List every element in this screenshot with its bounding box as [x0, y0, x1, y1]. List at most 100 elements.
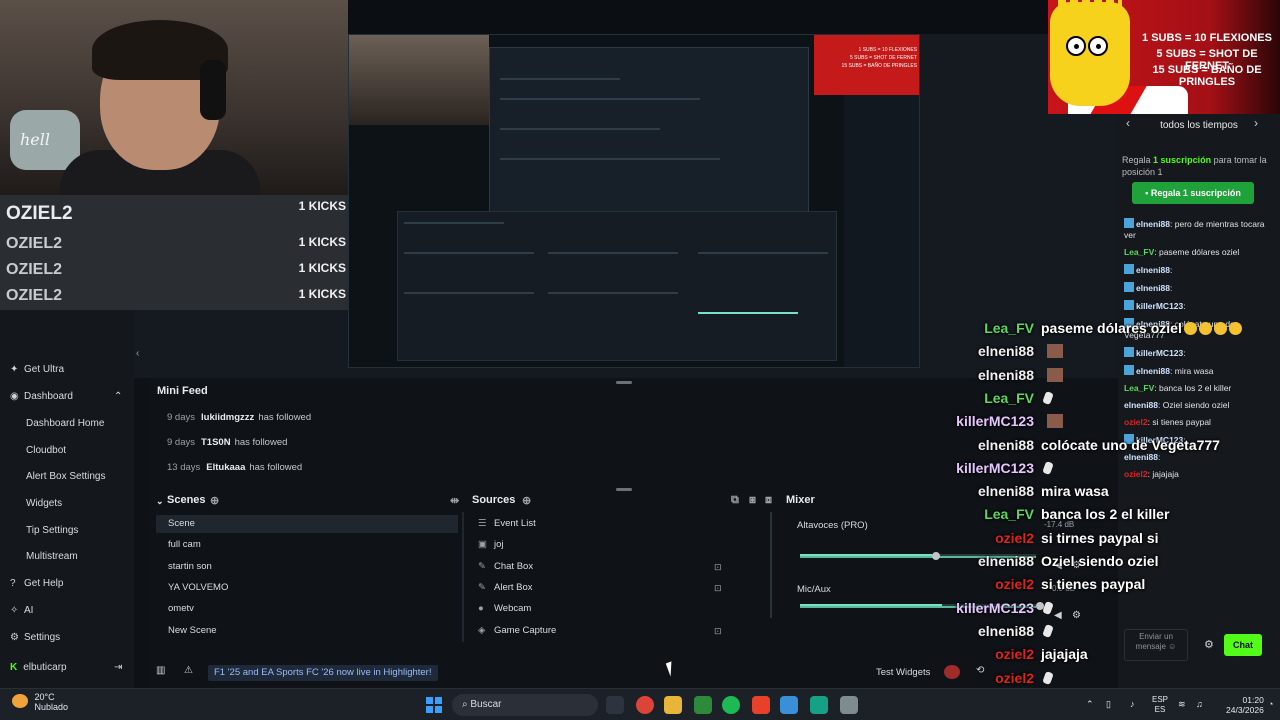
scene-item[interactable]: Scene	[156, 515, 458, 533]
chat-message: elneni88:	[1124, 282, 1276, 294]
chevron-right-icon[interactable]: ›	[1254, 116, 1258, 130]
warning-icon[interactable]: ⚠	[184, 665, 193, 676]
chat-username[interactable]: killerMC123	[1136, 301, 1183, 311]
chat-username[interactable]: elneni88	[1136, 265, 1170, 275]
source-label: Webcam	[494, 603, 532, 615]
clock[interactable]: 01:20 24/3/2026	[1226, 695, 1264, 715]
add-scene-icon[interactable]: ⊕	[210, 494, 219, 507]
rocket-icon: ✦	[10, 364, 19, 375]
scene-item[interactable]: startin son	[156, 558, 458, 576]
sidebar-item[interactable]: Cloudbot	[26, 445, 66, 456]
lock-icon[interactable]: ⊡	[714, 626, 722, 637]
spotify-icon[interactable]	[722, 696, 740, 714]
feed-user[interactable]: Eltukaaa	[206, 462, 245, 473]
overlay-chat-username: oziel2	[995, 669, 1034, 686]
sidebar-item[interactable]: ✧ AI	[10, 605, 33, 616]
mixer-settings-icon[interactable]: ⧆	[749, 494, 756, 507]
usb-icon[interactable]: ▯	[1106, 699, 1111, 710]
sidebar-item[interactable]: Tip Settings	[26, 525, 78, 536]
dashboard-icon: ◉	[10, 391, 19, 402]
language-indicator[interactable]: ESP ES	[1152, 695, 1168, 715]
mixer-icon[interactable]: ⧉	[731, 494, 739, 507]
taskbar-search[interactable]: ⌕ Buscar	[452, 694, 598, 716]
chevron-up-icon[interactable]: ⌃	[114, 391, 122, 402]
scene-item[interactable]: New Scene	[156, 622, 458, 640]
app-icon[interactable]	[752, 696, 770, 714]
chat-username[interactable]: oziel2	[1124, 469, 1148, 479]
gear-icon[interactable]: ⚙	[1204, 638, 1214, 651]
sidebar-item[interactable]: Dashboard Home	[26, 418, 104, 429]
source-item[interactable]: ▣ joj	[478, 539, 504, 550]
chat-username[interactable]: Lea_FV	[1124, 383, 1154, 393]
resize-handle[interactable]	[616, 488, 632, 491]
tray-chevron-icon[interactable]: ⌃	[1086, 699, 1094, 710]
chat-username[interactable]: elneni88	[1136, 366, 1170, 376]
chat-username[interactable]: elneni88	[1136, 283, 1170, 293]
feed-row: 13 days Eltukaaa has followed	[167, 462, 302, 473]
sidebar-item[interactable]: Multistream	[26, 551, 78, 562]
chat-username[interactable]: elneni88	[1136, 219, 1170, 229]
gear-icon[interactable]: ⚙	[1072, 610, 1081, 621]
source-item[interactable]: ✎ Chat Box	[478, 561, 533, 572]
streamlabs-icon[interactable]	[810, 696, 828, 714]
overlay-chat-message: banca los 2 el killer	[1041, 506, 1170, 523]
scene-item[interactable]: full cam	[156, 536, 458, 554]
sidebar-item[interactable]: Alert Box Settings	[26, 471, 105, 482]
feed-user[interactable]: T1S0N	[201, 437, 231, 448]
source-item[interactable]: ● Webcam	[478, 603, 531, 614]
chat-send-button[interactable]: Chat	[1224, 634, 1262, 656]
source-item[interactable]: ◈ Game Capture	[478, 625, 556, 636]
sidebar-item-label: Settings	[24, 632, 61, 643]
scene-item[interactable]: YA VOLVEMO	[156, 579, 458, 597]
sidebar-item[interactable]: ⚙ Settings	[10, 632, 60, 643]
chat-input[interactable]: Enviar un mensaje ☺	[1124, 629, 1188, 661]
logout-icon[interactable]: ⇥	[114, 662, 122, 673]
sidebar-item[interactable]: ? Get Help	[10, 578, 63, 589]
lock-icon[interactable]: ⊡	[714, 562, 722, 573]
chat-username[interactable]: killerMC123	[1136, 348, 1183, 358]
chat-username[interactable]: elneni88	[1124, 452, 1158, 462]
file-explorer-icon[interactable]	[664, 696, 682, 714]
settings-icon[interactable]	[840, 696, 858, 714]
notification-bell-icon[interactable]: ◔	[1268, 699, 1273, 709]
stats-icon[interactable]: ▥	[156, 665, 165, 676]
volume-icon[interactable]: ♫	[1196, 699, 1203, 709]
chat-username[interactable]: oziel2	[1124, 417, 1148, 427]
money-mouth-emoji-icon	[1198, 322, 1212, 335]
collapse-sidebar-icon[interactable]: ‹	[136, 348, 139, 359]
collapse-scenes-icon[interactable]: ⌄	[156, 496, 164, 507]
chat-username[interactable]: Lea_FV	[1124, 247, 1154, 257]
sidebar-item-label: Multistream	[26, 551, 78, 562]
wifi-icon[interactable]: ≋	[1178, 699, 1186, 710]
windows-start-icon[interactable]	[426, 697, 442, 713]
resize-handle[interactable]	[616, 381, 632, 384]
sidebar-item[interactable]: Widgets	[26, 498, 62, 509]
chat-text: : Oziel siendo oziel	[1158, 400, 1230, 410]
overlay-chat-username: killerMC123	[956, 459, 1034, 476]
emoji-icon[interactable]: ☺	[1168, 642, 1176, 651]
scene-item[interactable]: ometv	[156, 600, 458, 618]
feed-user[interactable]: lukiidmgzzz	[201, 412, 254, 423]
verified-badge-icon	[1124, 218, 1134, 228]
source-item[interactable]: ✎ Alert Box	[478, 582, 533, 593]
sidebar-item-label: Get Help	[24, 578, 64, 589]
chrome-icon[interactable]	[636, 696, 654, 714]
xbox-icon[interactable]	[694, 696, 712, 714]
popout-icon[interactable]: ⧈	[765, 494, 772, 507]
gift-sub-button[interactable]: ▪ Regala 1 suscripción	[1132, 182, 1254, 204]
source-item[interactable]: ☰ Event List	[478, 518, 536, 529]
task-view-icon[interactable]	[606, 696, 624, 714]
sidebar-item[interactable]: ◉ Dashboard	[10, 391, 73, 402]
user-profile[interactable]: Kelbuticarp	[10, 662, 67, 673]
speaker-icon[interactable]: ◀	[1054, 610, 1062, 621]
nested-screen	[489, 47, 809, 217]
mic-icon[interactable]: ♪	[1130, 699, 1135, 709]
notification-banner[interactable]: F1 '25 and EA Sports FC '26 now live in …	[208, 665, 438, 681]
notepad-icon[interactable]	[780, 696, 798, 714]
lock-icon[interactable]: ⊡	[714, 583, 722, 594]
sidebar-item[interactable]: ✦ Get Ultra	[10, 364, 64, 375]
chat-username[interactable]: elneni88	[1124, 400, 1158, 410]
weather-widget[interactable]: 20°C Nublado	[12, 692, 68, 712]
add-source-icon[interactable]: ⊕	[522, 494, 531, 507]
collapse-panel-icon[interactable]: ⇹	[450, 494, 459, 507]
